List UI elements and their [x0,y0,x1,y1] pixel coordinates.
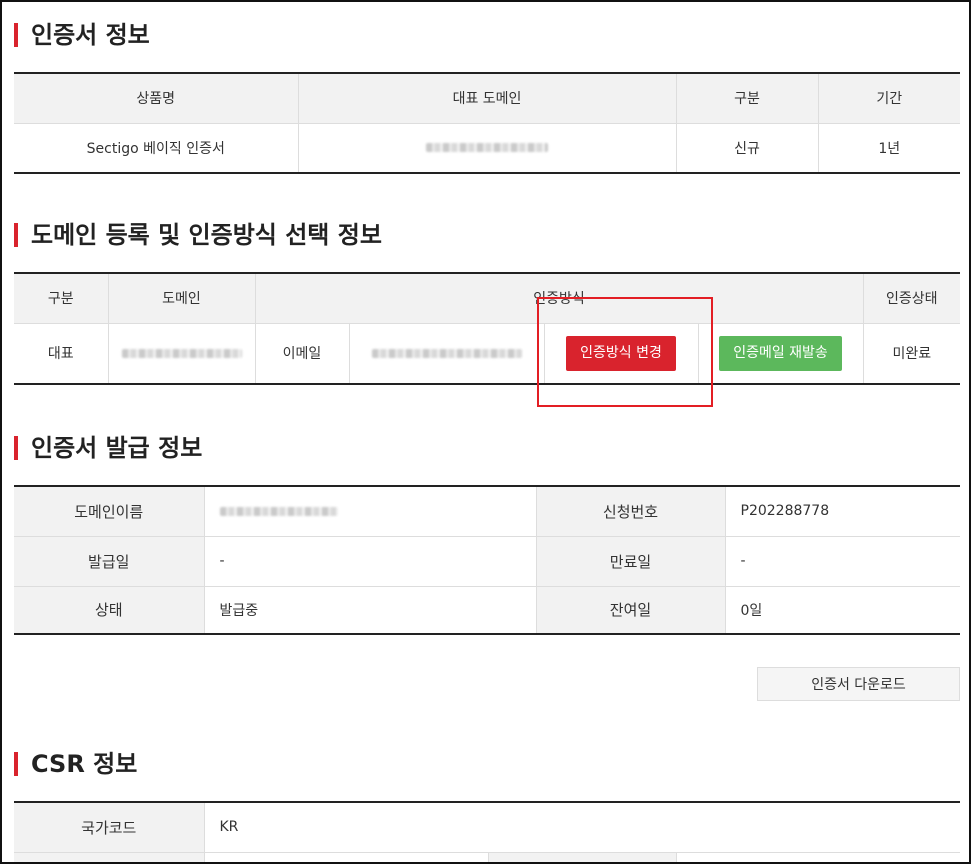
auth-status-value: 미완료 [862,322,961,384]
resend-auth-mail-button[interactable]: 인증메일 재발송 [719,335,842,371]
section-title-cert-info: 인증서 정보 [14,23,150,47]
cert-info-table: 상품명 대표 도메인 구분 기간 Sectigo 베이직 인증서 신규 1년 [14,72,960,174]
header-type: 구분 [14,273,109,324]
header-product: 상품명 [14,73,299,124]
label-request-no: 신청번호 [535,486,726,537]
csr-info-table: 국가코드 KR [14,801,961,862]
domain-type-value: 대표 [14,322,109,384]
header-period: 기간 [817,73,960,124]
table-row [14,851,961,862]
empty-cell [14,851,205,862]
label-expiry-date: 만료일 [535,535,726,587]
product-name: Sectigo 베이직 인증서 [14,122,299,173]
domain-value [107,322,256,384]
type-value: 신규 [675,122,819,173]
table-row: 발급일 - 만료일 - [14,535,960,587]
redacted-domain [219,506,338,516]
change-method-cell: 인증방식 변경 [543,322,699,384]
label-domain-name: 도메인이름 [14,486,205,537]
expiry-date-value: - [724,535,960,587]
auth-method-value: 이메일 [254,322,350,384]
change-auth-method-button[interactable]: 인증방식 변경 [566,335,676,371]
remaining-value: 0일 [724,585,960,634]
section-title-domain-auth: 도메인 등록 및 인증방식 선택 정보 [14,223,382,247]
page-frame: 인증서 정보 상품명 대표 도메인 구분 기간 Sectigo 베이직 인증서 … [0,0,971,864]
header-auth-method: 인증방식 [254,273,864,324]
header-main-domain: 대표 도메인 [297,73,677,124]
domain-auth-table: 구분 도메인 인증방식 인증상태 대표 이메일 인증방식 변경 인증메일 재발송… [14,272,961,385]
redacted-domain [121,348,242,358]
label-issue-date: 발급일 [14,535,205,587]
section-title-issue-info: 인증서 발급 정보 [14,436,202,460]
resend-mail-cell: 인증메일 재발송 [697,322,864,384]
label-remaining: 잔여일 [535,585,726,634]
domain-name-value [203,486,537,537]
issue-date-value: - [203,535,537,587]
empty-cell [487,851,677,862]
redacted-email [371,348,522,358]
label-country-code: 국가코드 [14,802,205,853]
label-status: 상태 [14,585,205,634]
issue-info-table: 도메인이름 신청번호 P202288778 발급일 - 만료일 - 상태 발급중… [14,485,960,635]
country-code-value: KR [203,802,961,853]
empty-cell [203,851,489,862]
table-row: 대표 이메일 인증방식 변경 인증메일 재발송 미완료 [14,322,961,384]
main-domain-value [297,122,677,173]
header-type: 구분 [675,73,819,124]
header-domain: 도메인 [107,273,256,324]
period-value: 1년 [817,122,960,173]
table-row: Sectigo 베이직 인증서 신규 1년 [14,122,960,173]
table-row: 도메인이름 신청번호 P202288778 [14,486,960,537]
status-value: 발급중 [203,585,537,634]
section-title-csr-info: CSR 정보 [14,752,137,776]
table-row: 국가코드 KR [14,802,961,853]
auth-email-value [348,322,545,384]
table-header-row: 구분 도메인 인증방식 인증상태 [14,273,961,324]
download-certificate-button[interactable]: 인증서 다운로드 [757,667,960,701]
redacted-domain [426,143,548,153]
header-auth-status: 인증상태 [862,273,961,324]
table-header-row: 상품명 대표 도메인 구분 기간 [14,73,960,124]
empty-cell [675,851,961,862]
request-no-value: P202288778 [724,486,960,537]
table-row: 상태 발급중 잔여일 0일 [14,585,960,634]
